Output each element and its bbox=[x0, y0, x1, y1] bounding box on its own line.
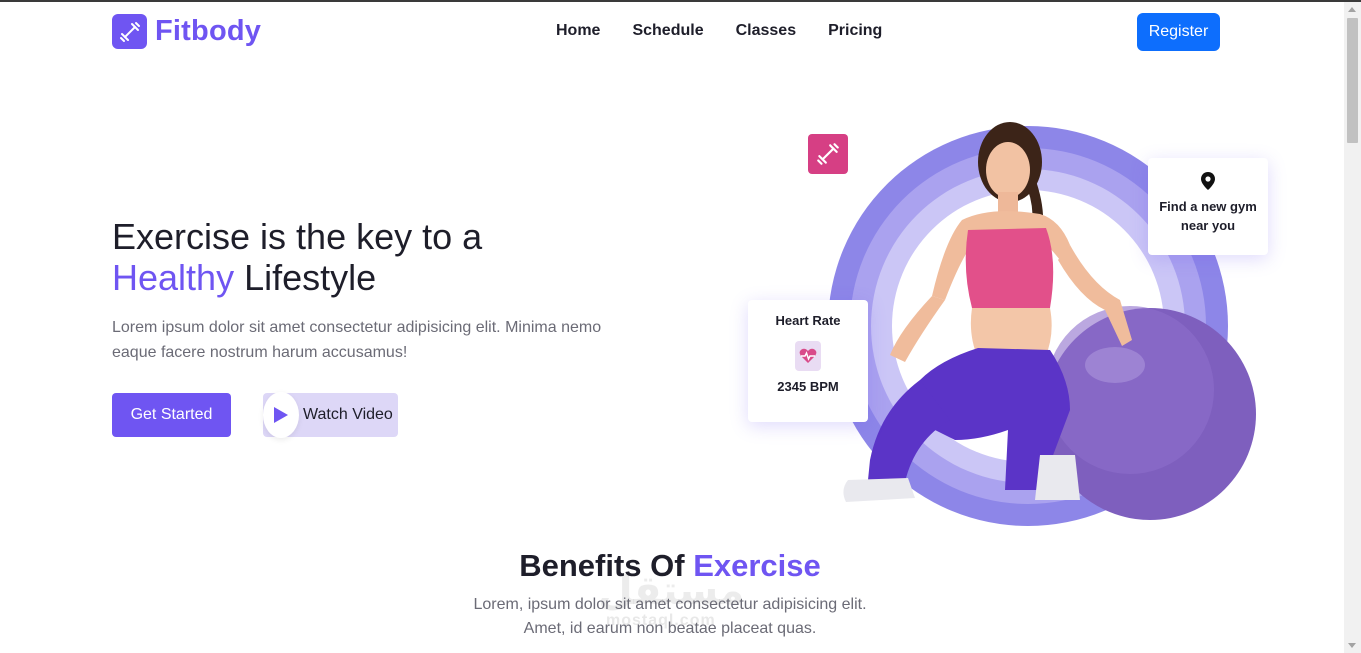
vertical-scrollbar[interactable] bbox=[1344, 2, 1361, 653]
benefits-description: Lorem, ipsum dolor sit amet consectetur … bbox=[0, 593, 1340, 641]
heart-rate-value: 2345 BPM bbox=[777, 379, 839, 394]
get-started-button[interactable]: Get Started bbox=[112, 393, 231, 437]
brand-name: Fitbody bbox=[155, 15, 262, 47]
find-gym-text: Find a new gym near you bbox=[1148, 197, 1268, 235]
register-button[interactable]: Register bbox=[1137, 13, 1220, 51]
play-icon bbox=[263, 392, 299, 438]
dumbbell-badge-icon bbox=[808, 134, 848, 174]
nav-schedule[interactable]: Schedule bbox=[632, 22, 703, 40]
nav-home[interactable]: Home bbox=[556, 22, 600, 40]
nav-pricing[interactable]: Pricing bbox=[828, 22, 882, 40]
hero-title-line1: Exercise is the key to a bbox=[112, 216, 483, 257]
scroll-up-icon[interactable] bbox=[1348, 7, 1356, 12]
benefits-title: Benefits Of Exercise bbox=[0, 548, 1340, 584]
heart-rate-card: Heart Rate 2345 BPM bbox=[748, 300, 868, 422]
hero-title-accent: Healthy bbox=[112, 257, 235, 298]
watch-video-button[interactable]: Watch Video bbox=[263, 392, 398, 438]
find-gym-line1: Find a new gym bbox=[1159, 199, 1257, 214]
hero-description: Lorem ipsum dolor sit amet consectetur a… bbox=[112, 319, 602, 361]
brand-logo[interactable]: Fitbody bbox=[112, 14, 261, 49]
nav-classes[interactable]: Classes bbox=[736, 22, 797, 40]
dumbbell-icon bbox=[112, 14, 147, 49]
scrollbar-thumb[interactable] bbox=[1347, 18, 1358, 143]
benefits-desc-line1: Lorem, ipsum dolor sit amet consectetur … bbox=[473, 596, 867, 613]
heart-rate-icon bbox=[795, 341, 821, 371]
hero-title-rest: Lifestyle bbox=[234, 257, 377, 298]
watch-video-label: Watch Video bbox=[303, 406, 393, 423]
window-top-border bbox=[0, 0, 1361, 2]
find-gym-line2: near you bbox=[1180, 218, 1236, 233]
scroll-down-icon[interactable] bbox=[1348, 643, 1356, 648]
main-nav: Home Schedule Classes Pricing bbox=[556, 22, 914, 40]
find-gym-card[interactable]: Find a new gym near you bbox=[1148, 158, 1268, 255]
heart-rate-title: Heart Rate bbox=[775, 313, 841, 328]
benefits-title-accent: Exercise bbox=[693, 548, 821, 583]
hero-title: Exercise is the key to a Healthy Lifesty… bbox=[112, 216, 482, 298]
benefits-title-main: Benefits Of bbox=[519, 548, 694, 583]
location-pin-icon bbox=[1148, 172, 1268, 195]
benefits-desc-line2: Amet, id earum non beatae placeat quas. bbox=[523, 620, 817, 637]
